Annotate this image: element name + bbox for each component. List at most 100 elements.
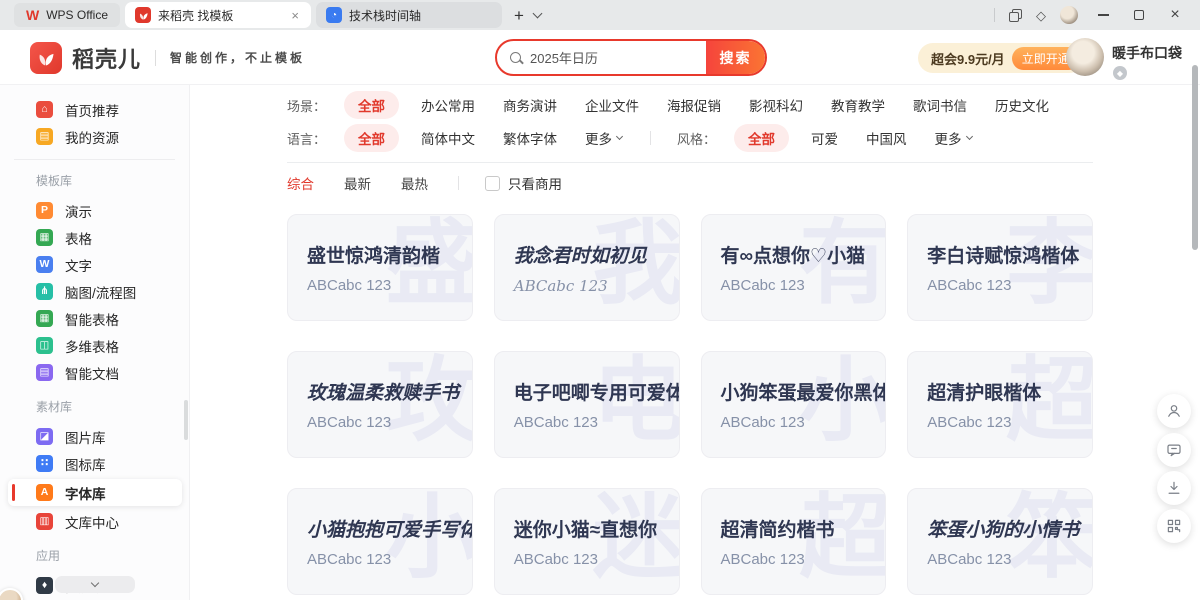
font-card[interactable]: 我 我念君时如初见 ABCabc 123 (494, 214, 680, 321)
filter-option-all[interactable]: 全部 (344, 124, 399, 152)
filter-option[interactable]: 简体中文 (421, 128, 475, 148)
font-card[interactable]: 盛 盛世惊鸿清韵楷 ABCabc 123 (287, 214, 473, 321)
main-scrollbar-thumb[interactable] (1192, 65, 1198, 250)
minimize-button[interactable] (1092, 4, 1114, 26)
filter-option-all[interactable]: 全部 (734, 124, 789, 152)
search-bar[interactable]: 搜索 (495, 39, 767, 76)
sidebar-item-label: 图片库 (65, 427, 106, 447)
maximize-button[interactable] (1128, 4, 1150, 26)
tab-timeline[interactable]: ◔ 技术栈时间轴 (316, 2, 502, 28)
sidebar-item-spreadsheet[interactable]: ▦ 表格 (0, 224, 189, 251)
font-sample: ABCabc 123 (514, 551, 679, 568)
filter-option[interactable]: 中国风 (866, 128, 907, 148)
font-card[interactable]: 玫 玫瑰温柔救赎手书 ABCabc 123 (287, 351, 473, 458)
sidebar-scrollbar-thumb[interactable] (184, 400, 188, 440)
home-icon: ⌂ (36, 101, 53, 118)
font-name: 电子吧唧专用可爱体 (514, 378, 679, 405)
filter-option[interactable]: 商务演讲 (503, 95, 557, 115)
sidebar-item-writer[interactable]: W 文字 (0, 251, 189, 278)
filter-label: 语言： (287, 129, 326, 148)
sidebar-item-mindmap[interactable]: ⋔ 脑图/流程图 (0, 278, 189, 305)
sidebar-item-my-resources[interactable]: ▤ 我的资源 (0, 123, 189, 150)
user-name[interactable]: 暖手布口袋 (1112, 43, 1182, 63)
sidebar-nav: ⌂ 首页推荐 ▤ 我的资源 模板库 P 演示 ▦ 表格 W 文字 ⋔ 脑图/流程… (0, 85, 190, 600)
filter-option[interactable]: 历史文化 (995, 95, 1049, 115)
font-card[interactable]: 小 小猫抱抱可爱手写体 ABCabc 123 (287, 488, 473, 595)
vip-promo-pill[interactable]: 超会9.9元/月 立即开通 (918, 43, 1084, 73)
smart-sheet-icon: ▦ (36, 310, 53, 327)
titlebar-divider (994, 8, 995, 22)
font-name: 盛世惊鸿清韵楷 (307, 241, 472, 268)
sort-option-comprehensive[interactable]: 综合 (287, 173, 314, 193)
font-card[interactable]: 李 李白诗赋惊鸿楷体 ABCabc 123 (907, 214, 1093, 321)
font-card[interactable]: 超 超清护眼楷体 ABCabc 123 (907, 351, 1093, 458)
new-tab-button[interactable]: + (514, 7, 524, 24)
sidebar-section-assets: 素材库 (36, 398, 189, 415)
sidebar-item-presentation[interactable]: P 演示 (0, 197, 189, 224)
filter-option[interactable]: 繁体字体 (503, 128, 557, 148)
font-card[interactable]: 迷 迷你小猫≈直想你 ABCabc 123 (494, 488, 680, 595)
sidebar-item-label: 智能表格 (65, 309, 119, 329)
content-divider (287, 162, 1093, 163)
font-name: 我念君时如初见 (514, 241, 679, 268)
font-card[interactable]: 电 电子吧唧专用可爱体 ABCabc 123 (494, 351, 680, 458)
app-header: 稻壳儿 智能创作，不止模板 搜索 超会9.9元/月 立即开通 暖手布口袋 ◆ (0, 30, 1200, 85)
font-card[interactable]: 小 小狗笨蛋最爱你黑体 ABCabc 123 (701, 351, 887, 458)
titlebar-avatar[interactable] (1060, 6, 1078, 24)
sidebar-item-label: 首页推荐 (65, 100, 119, 120)
docer-logo-icon[interactable] (30, 42, 62, 74)
filter-option[interactable]: 海报促销 (667, 95, 721, 115)
brand-title: 稻壳儿 (72, 42, 141, 74)
folder-icon: ▤ (36, 128, 53, 145)
download-float-button[interactable] (1157, 471, 1191, 505)
integrations-icon[interactable]: ◇ (1036, 9, 1046, 22)
sidebar-item-icon-library[interactable]: ∷ 图标库 (0, 450, 189, 477)
sort-option-newest[interactable]: 最新 (344, 173, 371, 193)
wps-home-button[interactable]: W WPS Office (14, 3, 120, 27)
font-card[interactable]: 有 有∞点想你♡小猫 ABCabc 123 (701, 214, 887, 321)
commercial-only-checkbox[interactable] (485, 176, 500, 191)
filter-option[interactable]: 办公常用 (421, 95, 475, 115)
filter-option[interactable]: 教育教学 (831, 95, 885, 115)
sidebar-item-label: 文字 (65, 255, 92, 275)
user-float-button[interactable] (1157, 394, 1191, 428)
qr-float-button[interactable] (1157, 509, 1191, 543)
font-card[interactable]: 超 超清简约楷书 ABCabc 123 (701, 488, 887, 595)
font-sample: ABCabc 123 (514, 277, 679, 295)
filter-option[interactable]: 企业文件 (585, 95, 639, 115)
filter-more-dropdown[interactable]: 更多 (585, 128, 622, 148)
filter-option[interactable]: 可爱 (811, 128, 838, 148)
sidebar-item-image-library[interactable]: ◪ 图片库 (0, 423, 189, 450)
font-card[interactable]: 笨 笨蛋小狗的小情书 ABCabc 123 (907, 488, 1093, 595)
feedback-float-button[interactable] (1157, 433, 1191, 467)
sidebar-item-smart-doc[interactable]: ▤ 智能文档 (0, 359, 189, 386)
filter-option[interactable]: 影视科幻 (749, 95, 803, 115)
sort-option-hottest[interactable]: 最热 (401, 173, 428, 193)
filter-row-language-style: 语言： 全部 简体中文 繁体字体 更多 风格： 全部 可爱 中国风 更多 (287, 125, 1200, 151)
filter-label: 风格： (677, 129, 716, 148)
filter-more-dropdown[interactable]: 更多 (935, 128, 972, 148)
font-name: 超清护眼楷体 (927, 378, 1092, 405)
tab-list-chevron-down-icon[interactable] (533, 9, 543, 19)
sidebar-item-label: 脑图/流程图 (65, 282, 136, 302)
sidebar-item-doc-center[interactable]: ▥ 文库中心 (0, 508, 189, 535)
close-button[interactable]: × (1164, 4, 1186, 26)
font-sample: ABCabc 123 (514, 414, 679, 431)
filter-option-all[interactable]: 全部 (344, 91, 399, 119)
font-name: 玫瑰温柔救赎手书 (307, 378, 472, 405)
search-input[interactable] (530, 50, 706, 65)
layout-mode-icon[interactable] (1009, 9, 1022, 22)
user-avatar[interactable] (1066, 38, 1104, 76)
sidebar-item-font-library[interactable]: A 字体库 (8, 479, 182, 506)
multidim-sheet-icon: ◫ (36, 337, 53, 354)
sidebar-item-smart-sheet[interactable]: ▦ 智能表格 (0, 305, 189, 332)
tab-docer[interactable]: 来稻壳 找模板 × (125, 2, 311, 28)
sidebar-item-multidim-sheet[interactable]: ◫ 多维表格 (0, 332, 189, 359)
font-name: 小猫抱抱可爱手写体 (307, 515, 472, 542)
filter-option[interactable]: 歌词书信 (913, 95, 967, 115)
sidebar-item-home[interactable]: ⌂ 首页推荐 (0, 96, 189, 123)
search-button[interactable]: 搜索 (706, 41, 765, 74)
sidebar-collapse-button[interactable] (55, 576, 135, 593)
sidebar-item-label: 我的资源 (65, 127, 119, 147)
tab-close-icon[interactable]: × (289, 8, 301, 23)
